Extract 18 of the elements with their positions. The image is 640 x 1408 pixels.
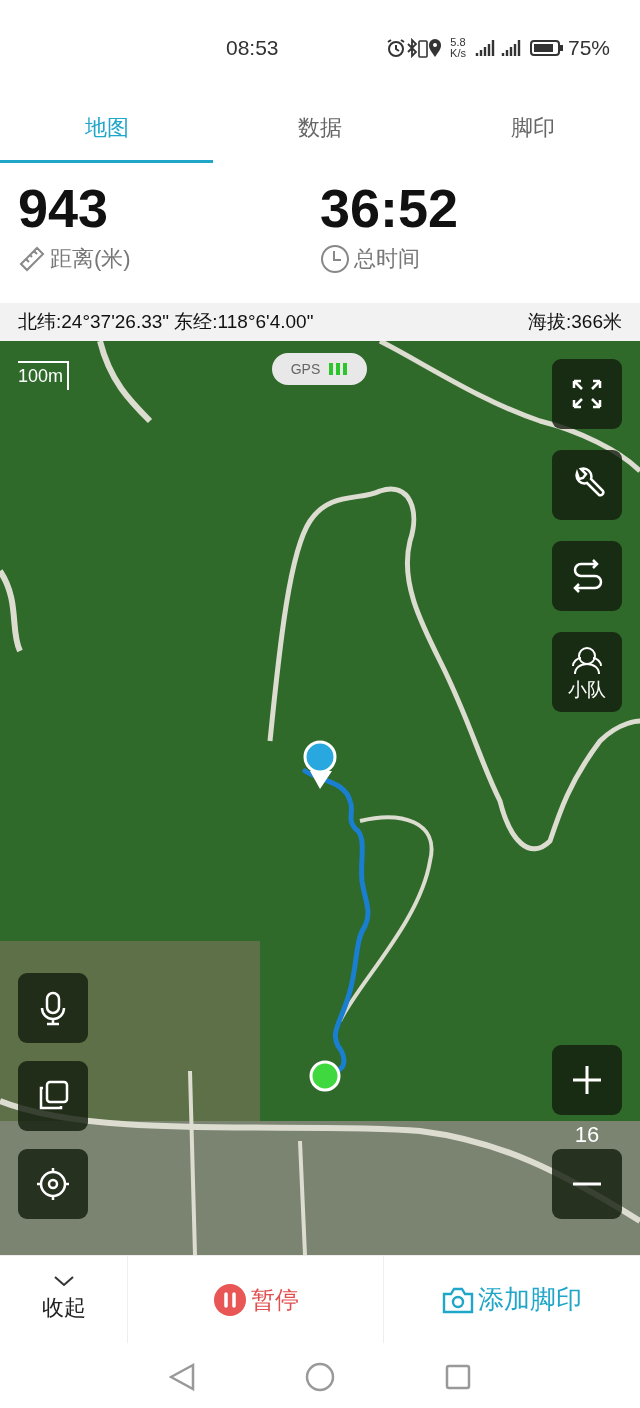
- stat-value: 36:52: [320, 179, 460, 239]
- team-button[interactable]: 小队: [552, 632, 622, 712]
- stat-label: 总时间: [354, 245, 420, 274]
- tab[interactable]: 脚印: [426, 95, 640, 160]
- stat-label: 距离(米): [50, 245, 131, 274]
- tab[interactable]: 数据: [213, 95, 427, 160]
- altitude-text: 海拔:366米: [528, 309, 622, 334]
- clock-time: 08:53: [226, 34, 279, 61]
- stat-value: 943: [18, 179, 110, 239]
- coordinates-text: 北纬:24°37'26.33" 东经:118°6'4.00": [18, 309, 314, 334]
- speed-unit: K/s: [450, 47, 466, 59]
- zoom-level: 16: [573, 1121, 601, 1149]
- battery-percent: 75%: [567, 34, 610, 61]
- pause-button[interactable]: 暂停: [128, 1256, 384, 1343]
- network-speed: 5.8: [450, 36, 466, 48]
- collapse-button[interactable]: 收起: [0, 1256, 128, 1343]
- scale-bar: 100m: [18, 361, 70, 390]
- gps-label: GPS: [290, 359, 321, 379]
